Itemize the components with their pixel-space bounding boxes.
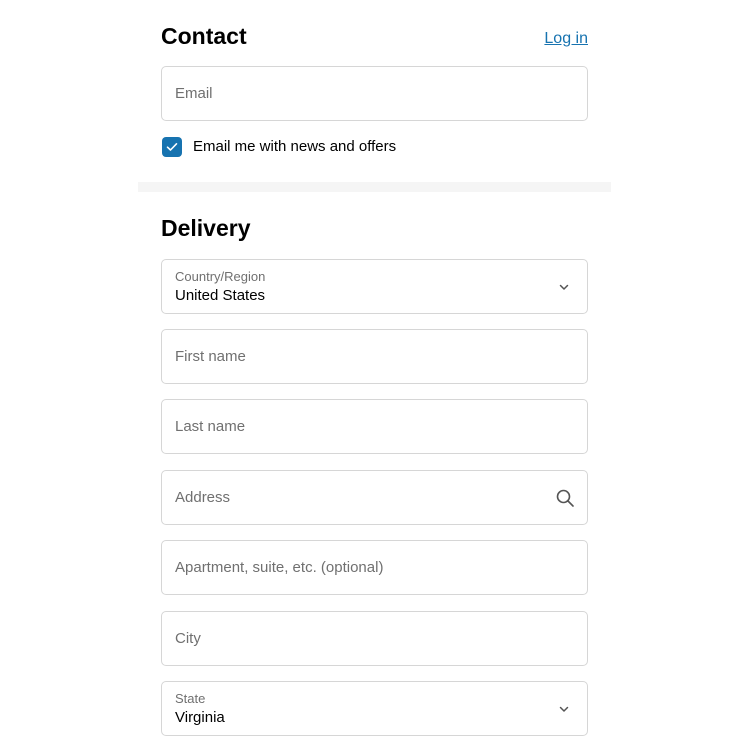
- state-select[interactable]: State Virginia: [161, 681, 588, 736]
- checkout-page: Contact Log in Email me with news and of…: [0, 0, 750, 750]
- apartment-input[interactable]: [162, 541, 587, 594]
- email-input[interactable]: [162, 67, 587, 120]
- last-name-field-wrapper: [161, 399, 588, 454]
- last-name-input[interactable]: [162, 400, 587, 453]
- search-icon[interactable]: [555, 488, 575, 508]
- city-field-wrapper: [161, 611, 588, 666]
- apartment-field-wrapper: [161, 540, 588, 595]
- newsletter-option[interactable]: Email me with news and offers: [162, 137, 396, 157]
- country-region-select[interactable]: Country/Region United States: [161, 259, 588, 314]
- address-input[interactable]: [162, 471, 587, 524]
- state-value: Virginia: [175, 709, 225, 726]
- newsletter-label: Email me with news and offers: [193, 138, 397, 155]
- contact-heading: Contact: [161, 23, 247, 49]
- delivery-heading: Delivery: [161, 215, 251, 241]
- first-name-field-wrapper: [161, 329, 588, 384]
- log-in-link[interactable]: Log in: [544, 29, 588, 49]
- country-region-value: United States: [175, 287, 266, 304]
- first-name-input[interactable]: [162, 330, 587, 383]
- chevron-down-icon: [559, 706, 569, 712]
- chevron-down-icon: [559, 284, 569, 290]
- newsletter-checkbox[interactable]: [162, 137, 182, 157]
- section-divider: [138, 182, 611, 192]
- address-field-wrapper: [161, 470, 588, 525]
- state-label: State: [175, 691, 206, 706]
- email-field-wrapper: [161, 66, 588, 121]
- checkmark-icon: [166, 143, 178, 151]
- city-input[interactable]: [162, 612, 587, 665]
- country-region-label: Country/Region: [175, 269, 266, 284]
